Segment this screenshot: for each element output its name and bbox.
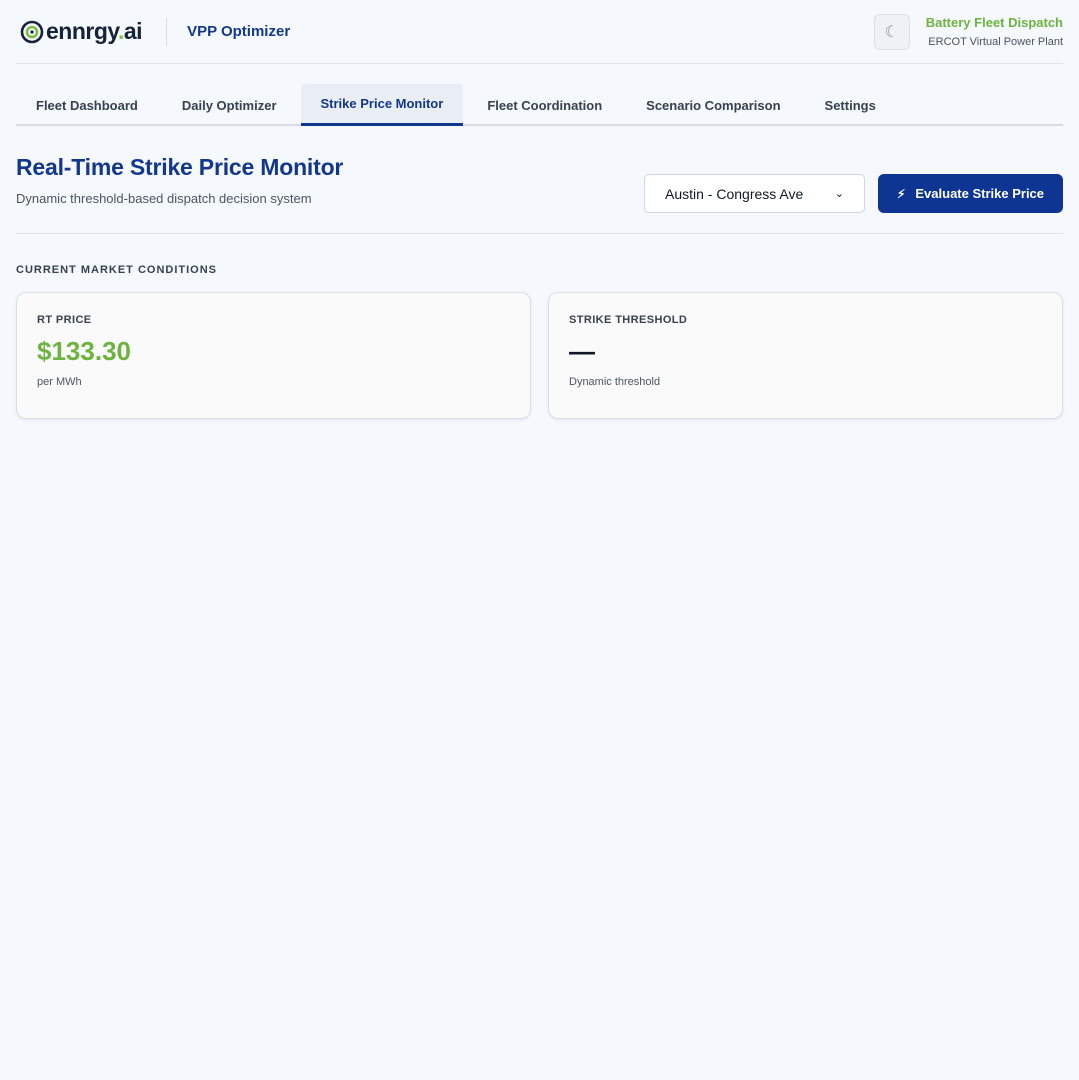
app-name: VPP Optimizer	[187, 23, 291, 40]
brand-divider	[166, 17, 168, 46]
top-header: ennrgy.ai VPP Optimizer ☾ Battery Fleet …	[16, 0, 1063, 64]
page-title: Real-Time Strike Price Monitor	[16, 154, 344, 180]
site-select[interactable]: Austin - Congress Ave ⌄	[644, 174, 865, 213]
brand: ennrgy.ai VPP Optimizer	[16, 17, 291, 46]
fleet-subtitle: ERCOT Virtual Power Plant	[928, 36, 1063, 48]
tab-fleet-coordination[interactable]: Fleet Coordination	[467, 84, 622, 126]
chevron-down-icon: ⌄	[834, 188, 844, 200]
section-label: CURRENT MARKET CONDITIONS	[16, 264, 217, 276]
header-right: ☾ Battery Fleet Dispatch ERCOT Virtual P…	[873, 13, 1063, 50]
tab-scenario-comparison[interactable]: Scenario Comparison	[626, 84, 800, 126]
rt-price-value: $133.30	[37, 336, 131, 366]
rt-price-card: RT PRICE $133.30 per MWh	[16, 292, 531, 419]
market-cards: RT PRICE $133.30 per MWh STRIKE THRESHOL…	[16, 292, 1063, 419]
strike-threshold-card: STRIKE THRESHOLD — Dynamic threshold	[548, 292, 1063, 419]
controls: Austin - Congress Ave ⌄ ⚡︎ Evaluate Stri…	[644, 174, 1063, 213]
card-note: per MWh	[37, 376, 82, 388]
tab-strike-price-monitor[interactable]: Strike Price Monitor	[300, 84, 464, 126]
evaluate-button-label: Evaluate Strike Price	[915, 186, 1045, 201]
card-label: RT PRICE	[37, 314, 92, 326]
card-label: STRIKE THRESHOLD	[569, 314, 688, 326]
tab-daily-optimizer[interactable]: Daily Optimizer	[162, 84, 297, 126]
ennrgy-logo[interactable]: ennrgy.ai	[16, 18, 143, 45]
moon-icon: ☾	[884, 23, 899, 41]
site-select-value: Austin - Congress Ave	[665, 185, 804, 202]
tab-fleet-dashboard[interactable]: Fleet Dashboard	[16, 84, 158, 126]
theme-toggle-button[interactable]: ☾	[873, 13, 910, 50]
card-note: Dynamic threshold	[569, 376, 661, 388]
title-block: Real-Time Strike Price Monitor Dynamic t…	[16, 154, 343, 206]
fleet-info: Battery Fleet Dispatch ERCOT Virtual Pow…	[926, 15, 1063, 48]
tab-settings[interactable]: Settings	[805, 84, 896, 126]
strike-threshold-value: —	[569, 336, 595, 366]
ennrgy-logo-icon	[20, 20, 44, 43]
logo-wordmark: ennrgy.ai	[46, 18, 143, 44]
page-title-bar: Real-Time Strike Price Monitor Dynamic t…	[16, 126, 1063, 234]
app-page: ennrgy.ai VPP Optimizer ☾ Battery Fleet …	[0, 0, 1079, 1080]
bolt-icon: ⚡︎	[896, 186, 906, 201]
fleet-title: Battery Fleet Dispatch	[925, 15, 1063, 30]
page-subtitle: Dynamic threshold-based dispatch decisio…	[16, 191, 312, 206]
evaluate-strike-price-button[interactable]: ⚡︎ Evaluate Strike Price	[878, 174, 1063, 213]
tab-bar: Fleet Dashboard Daily Optimizer Strike P…	[16, 64, 1063, 126]
